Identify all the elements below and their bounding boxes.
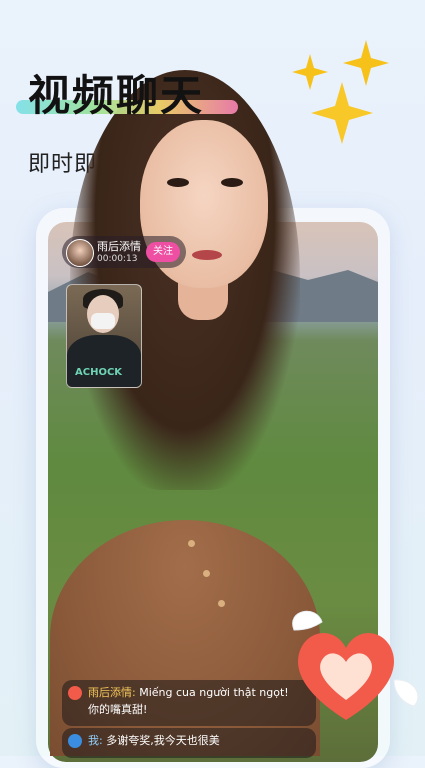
chat-text: Miếng cua người thật ngọt! — [139, 686, 289, 699]
person-eye-right — [221, 178, 243, 187]
sweater-button — [188, 540, 195, 547]
caller-name: 雨后添情 — [97, 240, 141, 253]
chat-text: 多谢夸奖,我今天也很美 — [106, 734, 220, 747]
sweater-button — [203, 570, 210, 577]
user-badge-icon — [68, 734, 82, 748]
follow-button[interactable]: 关注 — [146, 242, 180, 262]
pip-mask — [91, 313, 115, 329]
local-video-pip[interactable]: ACHOCK — [66, 284, 142, 388]
sparkle-icon — [292, 40, 389, 144]
chat-sender: 我: — [88, 734, 103, 747]
chat-sender: 雨后添情: — [88, 686, 136, 699]
location-pin-icon — [68, 686, 82, 700]
chat-message: 雨后添情: Miếng cua người thật ngọt! 你的嘴真甜! — [62, 680, 316, 726]
page-title: 视频聊天 — [28, 71, 205, 120]
pip-body — [67, 335, 141, 387]
chat-message: 我: 多谢夸奖,我今天也很美 — [62, 728, 316, 758]
sweater-button — [218, 600, 225, 607]
call-timer: 00:00:13 — [97, 254, 138, 264]
person-eye-left — [167, 178, 189, 187]
pip-shirt-text: ACHOCK — [75, 367, 123, 378]
chat-text-line2: 你的嘴真甜! — [88, 703, 148, 716]
winged-heart-icon[interactable] — [286, 600, 425, 730]
person-mouth — [192, 250, 222, 260]
caller-avatar[interactable] — [66, 239, 94, 267]
